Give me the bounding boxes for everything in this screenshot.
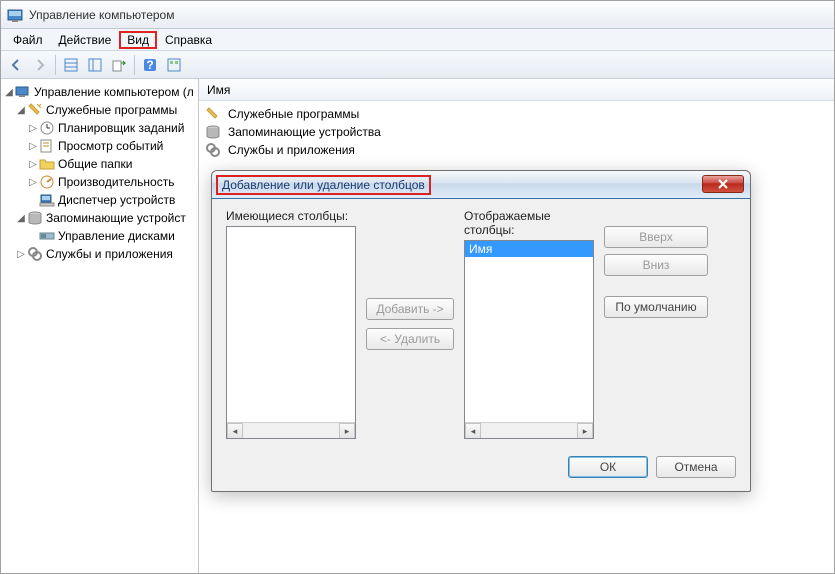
help-button[interactable]: ? [139,54,161,76]
tree-toggle[interactable]: ▷ [27,141,39,152]
remove-button[interactable]: <- Удалить [366,328,454,350]
scroll-right-icon[interactable]: ▸ [339,423,355,439]
list-item-label: Службы и приложения [228,143,355,157]
available-columns-listbox[interactable]: ◂ ▸ [226,226,356,439]
displayed-columns-listbox[interactable]: Имя ◂ ▸ [464,240,594,439]
view-list-button[interactable] [60,54,82,76]
tree-panel[interactable]: ◢ Управление компьютером (л ◢ Служебные … [1,79,199,573]
folder-shared-icon [39,156,55,172]
tree-task-scheduler[interactable]: Планировщик заданий [58,121,184,135]
menu-file[interactable]: Файл [5,31,51,49]
tree-event-viewer[interactable]: Просмотр событий [58,139,163,153]
menu-view[interactable]: Вид [119,31,157,49]
scroll-left-icon[interactable]: ◂ [465,423,481,439]
tree-performance[interactable]: Производительность [58,175,174,189]
storage-icon [27,210,43,226]
tree-spacer [27,195,39,206]
scrollbar[interactable]: ◂ ▸ [227,422,355,438]
cancel-button[interactable]: Отмена [656,456,736,478]
window-title: Управление компьютером [29,8,174,22]
menubar: Файл Действие Вид Справка [1,29,834,51]
move-down-button[interactable]: Вниз [604,254,708,276]
dialog-footer: ОК Отмена [212,449,750,491]
dialog-title: Добавление или удаление столбцов [216,175,431,195]
app-icon [7,7,23,23]
toolbar-separator [134,55,135,75]
storage-icon [205,124,221,140]
list-item[interactable]: Служебные программы [205,105,828,123]
nav-back-button[interactable] [5,54,27,76]
list-item-label: Служебные программы [228,107,359,121]
tree-toggle[interactable]: ▷ [27,159,39,170]
services-icon [205,142,221,158]
titlebar: Управление компьютером [1,1,834,29]
svg-text:?: ? [146,58,153,72]
dialog-titlebar[interactable]: Добавление или удаление столбцов [212,171,750,199]
list-body: Служебные программы Запоминающие устройс… [199,101,834,163]
tree-storage[interactable]: Запоминающие устройст [46,211,186,225]
available-columns-label: Имеющиеся столбцы: [226,209,356,223]
scrollbar[interactable]: ◂ ▸ [465,422,593,438]
computer-icon [15,84,31,100]
toolbar-separator [55,55,56,75]
restore-defaults-button[interactable]: По умолчанию [604,296,708,318]
columns-dialog: Добавление или удаление столбцов Имеющие… [211,170,751,492]
tree-toggle[interactable]: ◢ [15,213,27,224]
list-item[interactable]: Запоминающие устройства [205,123,828,141]
list-header[interactable]: Имя [199,79,834,101]
scroll-right-icon[interactable]: ▸ [577,423,593,439]
tree-shared-folders[interactable]: Общие папки [58,157,132,171]
tree-toggle[interactable]: ◢ [15,105,27,116]
add-button[interactable]: Добавить -> [366,298,454,320]
tree-disk-management[interactable]: Управление дисками [58,229,175,243]
tools-icon [205,106,221,122]
menu-action[interactable]: Действие [51,31,120,49]
ok-button[interactable]: ОК [568,456,648,478]
properties-button[interactable] [163,54,185,76]
list-item-label: Запоминающие устройства [228,125,381,139]
close-button[interactable] [702,175,744,193]
listbox-item[interactable]: Имя [465,241,593,257]
device-manager-icon [39,192,55,208]
services-icon [27,246,43,262]
displayed-columns-label: Отображаемые столбцы: [464,209,594,237]
dialog-body: Имеющиеся столбцы: ◂ ▸ Добавить -> <- Уд… [212,199,750,449]
nav-forward-button[interactable] [29,54,51,76]
tree-toggle[interactable]: ▷ [27,123,39,134]
scroll-left-icon[interactable]: ◂ [227,423,243,439]
view-details-button[interactable] [84,54,106,76]
column-header-name[interactable]: Имя [207,83,230,97]
performance-icon [39,174,55,190]
list-item[interactable]: Службы и приложения [205,141,828,159]
tree-toggle[interactable]: ◢ [3,87,15,98]
tree-system-tools[interactable]: Служебные программы [46,103,177,117]
export-button[interactable] [108,54,130,76]
tree-spacer [27,231,39,242]
toolbar: ? [1,51,834,79]
eventviewer-icon [39,138,55,154]
scheduler-icon [39,120,55,136]
tree-device-manager[interactable]: Диспетчер устройств [58,193,175,207]
disk-mgmt-icon [39,228,55,244]
move-up-button[interactable]: Вверх [604,226,708,248]
menu-help[interactable]: Справка [157,31,220,49]
tree-services-apps[interactable]: Службы и приложения [46,247,173,261]
tree-root[interactable]: Управление компьютером (л [34,85,194,99]
tools-icon [27,102,43,118]
tree-toggle[interactable]: ▷ [15,249,27,260]
tree-toggle[interactable]: ▷ [27,177,39,188]
